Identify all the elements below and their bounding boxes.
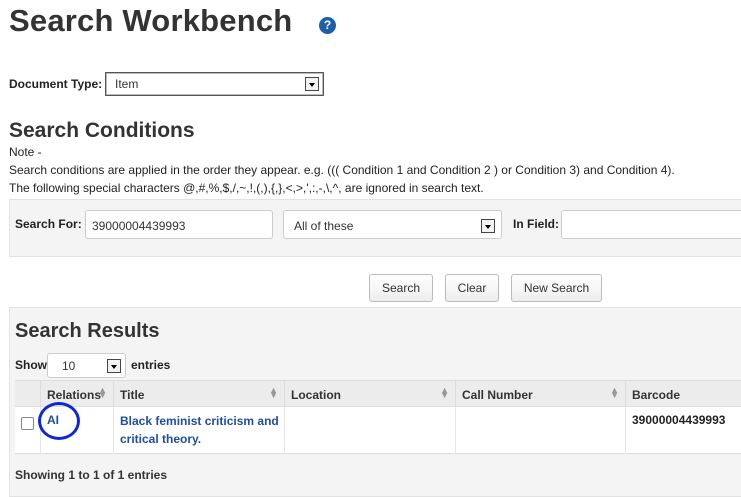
highlight-circle <box>38 402 80 440</box>
title-cell: Black feminist criticism and critical the… <box>114 407 285 454</box>
entries-label: entries <box>131 358 171 372</box>
page-length-select[interactable]: 10 <box>47 353 126 378</box>
location-cell <box>285 407 456 454</box>
column-header-location[interactable]: Location ▲ ▼ <box>285 381 456 408</box>
results-info: Showing 1 to 1 of 1 entries <box>15 468 168 482</box>
column-header-call-number[interactable]: Call Number ▲ ▼ <box>456 381 626 408</box>
help-icon[interactable]: ? <box>319 17 336 34</box>
note-order-text: Search conditions are applied in the ord… <box>9 163 675 177</box>
clear-button[interactable]: Clear <box>445 274 499 302</box>
show-label: Show <box>15 358 47 372</box>
document-type-select[interactable]: Item <box>105 72 324 96</box>
call-number-cell <box>456 407 626 454</box>
note-label: Note - <box>9 145 42 159</box>
page-length-value: 10 <box>62 359 76 373</box>
column-header-barcode[interactable]: Barcode <box>626 381 741 408</box>
new-search-button[interactable]: New Search <box>511 274 602 302</box>
column-header-title[interactable]: Title ▲ ▼ <box>114 381 285 408</box>
document-type-value: Item <box>115 77 139 91</box>
select-column-header <box>15 381 41 408</box>
search-for-label: Search For: <box>15 217 82 231</box>
in-field-label: In Field: <box>513 217 559 231</box>
note-special-chars-text: The following special characters @,#,%,$… <box>9 181 484 195</box>
barcode-cell: 39000004439993 <box>632 413 726 427</box>
operator-select[interactable]: All of these <box>283 210 502 239</box>
search-results-heading: Search Results <box>15 320 160 342</box>
row-select-cell <box>15 407 41 454</box>
chevron-down-icon <box>107 359 121 373</box>
operator-value: All of these <box>294 219 354 233</box>
in-field-input[interactable] <box>561 210 741 239</box>
table-row: AI Black feminist criticism and critical … <box>15 407 741 454</box>
search-button[interactable]: Search <box>369 274 433 302</box>
chevron-down-icon <box>481 219 495 233</box>
sort-icon: ▲ ▼ <box>440 385 449 400</box>
page-title: Search Workbench <box>9 3 293 38</box>
sort-icon: ▲ ▼ <box>98 385 107 400</box>
search-conditions-heading: Search Conditions <box>9 119 195 142</box>
sort-icon: ▲ ▼ <box>610 385 619 400</box>
sort-icon: ▲ ▼ <box>269 385 278 400</box>
row-checkbox[interactable] <box>21 417 34 430</box>
title-link[interactable]: Black feminist criticism and critical the… <box>120 414 279 446</box>
chevron-down-icon <box>305 77 319 91</box>
search-for-input[interactable]: 39000004439993 <box>85 210 273 239</box>
results-table-header: Relations ▲ ▼ Title ▲ ▼ Location ▲ ▼ Call N… <box>15 380 741 408</box>
document-type-label: Document Type: <box>9 77 103 91</box>
